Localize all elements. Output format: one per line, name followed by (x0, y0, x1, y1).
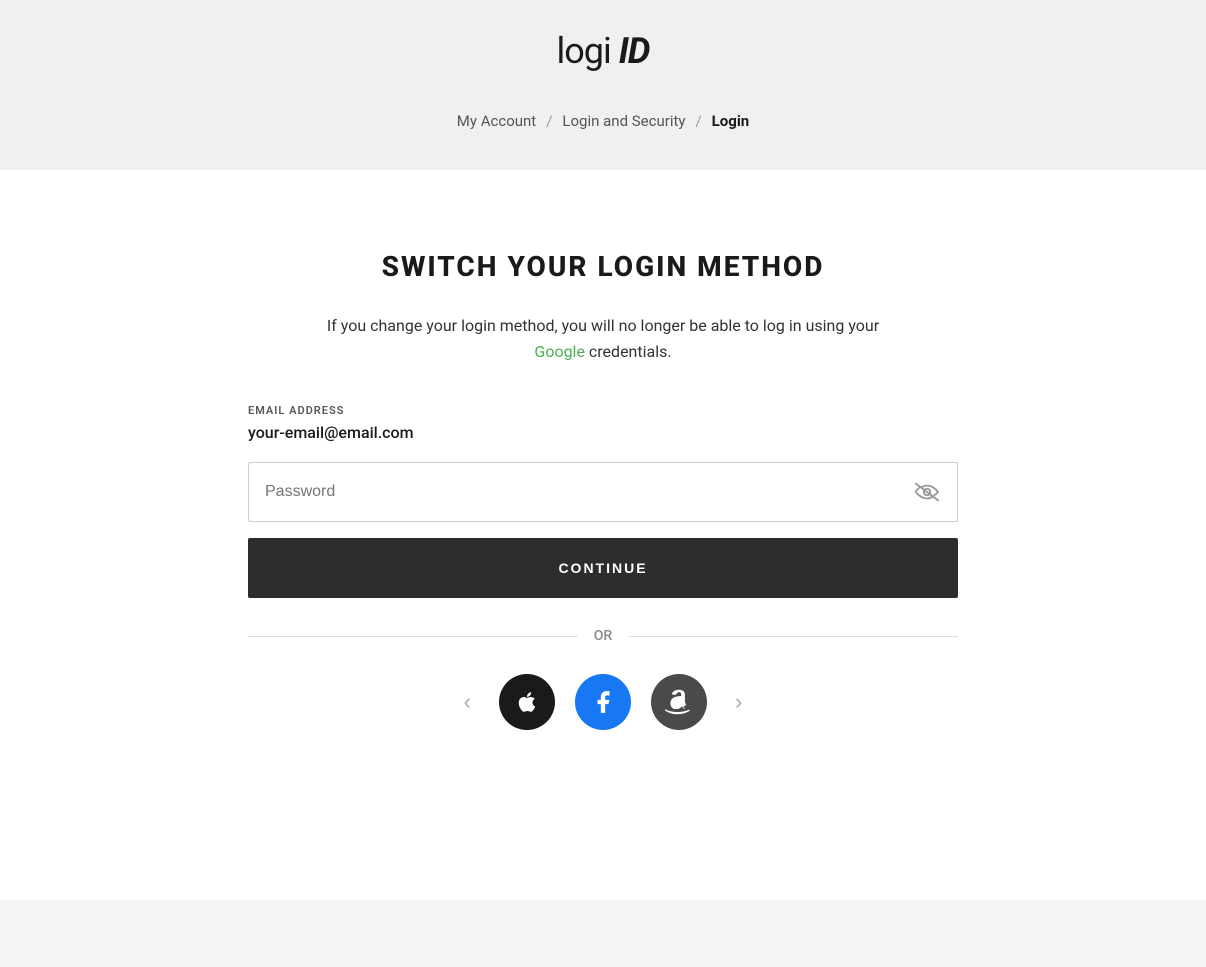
breadcrumb: My Account / Login and Security / Login (457, 112, 749, 130)
chevron-right-icon: › (735, 689, 742, 715)
password-field-wrapper (248, 462, 958, 522)
breadcrumb-current: Login (712, 112, 750, 130)
eye-slash-icon (914, 481, 940, 503)
or-divider: OR (248, 628, 958, 644)
header: logi ID My Account / Login and Security … (0, 0, 1206, 170)
facebook-login-button[interactable] (575, 674, 631, 730)
description: If you change your login method, you wil… (327, 313, 879, 364)
amazon-icon (665, 688, 693, 716)
breadcrumb-login-security[interactable]: Login and Security (562, 112, 685, 130)
social-prev-button[interactable]: ‹ (456, 681, 479, 723)
social-next-button[interactable]: › (727, 681, 750, 723)
logo-id: ID (619, 30, 650, 72)
google-credential-text: Google (534, 342, 585, 361)
breadcrumb-separator-2: / (695, 112, 701, 130)
continue-button[interactable]: CONTINUE (248, 538, 958, 598)
logo: logi ID (557, 30, 650, 72)
breadcrumb-separator-1: / (546, 112, 552, 130)
social-login-row: ‹ › (248, 674, 958, 730)
facebook-icon (590, 689, 616, 715)
or-text: OR (594, 628, 612, 644)
chevron-left-icon: ‹ (464, 689, 471, 715)
breadcrumb-my-account[interactable]: My Account (457, 112, 536, 130)
description-text-2: credentials. (589, 342, 672, 361)
or-line-right (628, 636, 958, 637)
email-value: your-email@email.com (248, 423, 958, 442)
password-input[interactable] (248, 462, 958, 522)
description-text-1: If you change your login method, you wil… (327, 316, 879, 335)
password-toggle-button[interactable] (910, 477, 944, 507)
main-content: SWITCH YOUR LOGIN METHOD If you change y… (0, 170, 1206, 900)
apple-login-button[interactable] (499, 674, 555, 730)
email-label: EMAIL ADDRESS (248, 404, 958, 417)
apple-icon (514, 689, 540, 715)
page-title: SWITCH YOUR LOGIN METHOD (382, 250, 825, 283)
logo-logi: logi (557, 30, 611, 72)
amazon-login-button[interactable] (651, 674, 707, 730)
form-container: EMAIL ADDRESS your-email@email.com CONTI… (248, 404, 958, 730)
or-line-left (248, 636, 578, 637)
